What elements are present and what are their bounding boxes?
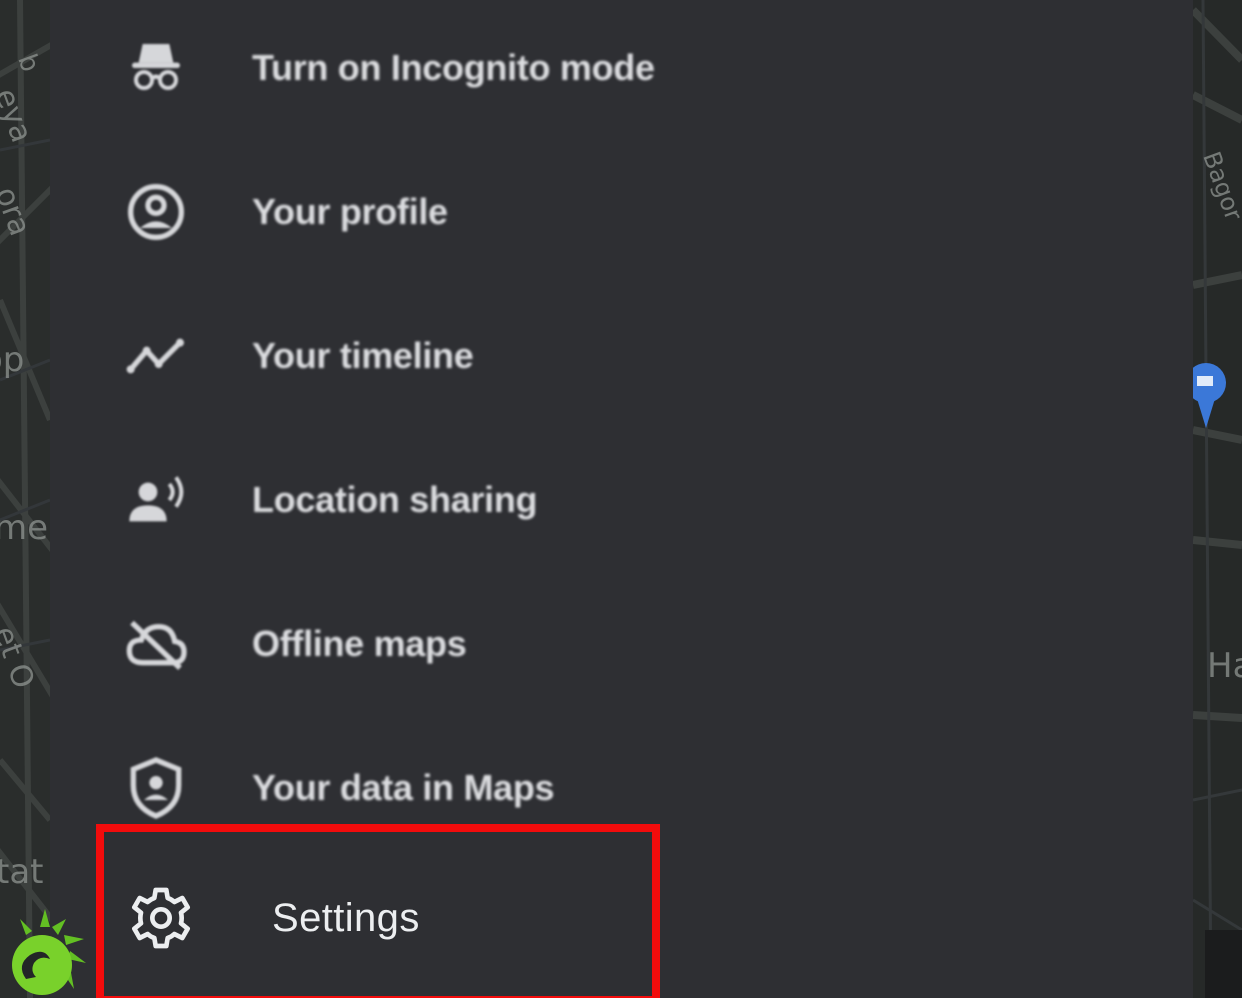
gear-icon [127,884,195,952]
menu-item-label: Your data in Maps [252,767,555,808]
menu-item-location-sharing[interactable]: Location sharing [50,428,1193,572]
menu-item-offline-maps[interactable]: Offline maps [50,572,1193,716]
data-shield-icon [122,754,190,822]
map-background-left[interactable]: b eya ora op me et O tat [0,0,50,998]
menu-item-timeline[interactable]: Your timeline [50,284,1193,428]
map-place-label: Ha [1207,646,1242,686]
menu-item-label: Offline maps [252,623,467,664]
menu-item-label: Turn on Incognito mode [252,47,655,88]
map-background-right[interactable]: Bagor Ha [1193,0,1242,998]
navigation-drawer: Turn on Incognito mode Your profile Your… [50,0,1193,998]
map-pin-icon[interactable] [1193,360,1233,430]
menu-item-label: Your profile [252,191,448,232]
timeline-icon [122,322,190,390]
location-sharing-icon [122,466,190,534]
profile-icon [122,178,190,246]
watermark-logo [0,905,90,998]
screen: b eya ora op me et O tat [0,0,1242,998]
map-street-label: op [0,340,25,380]
offline-maps-icon [122,610,190,678]
menu-item-label: Your timeline [252,335,474,376]
menu-item-label: Settings [272,895,420,940]
menu-item-label: Location sharing [252,479,538,520]
menu-item-profile[interactable]: Your profile [50,140,1193,284]
map-street-label: me [0,508,49,548]
menu-item-incognito[interactable]: Turn on Incognito mode [50,0,1193,140]
incognito-icon [122,34,190,102]
menu-item-settings[interactable]: Settings [50,846,1193,990]
map-street-label: tat [0,852,44,892]
menu-item-your-data[interactable]: Your data in Maps [50,716,1193,860]
